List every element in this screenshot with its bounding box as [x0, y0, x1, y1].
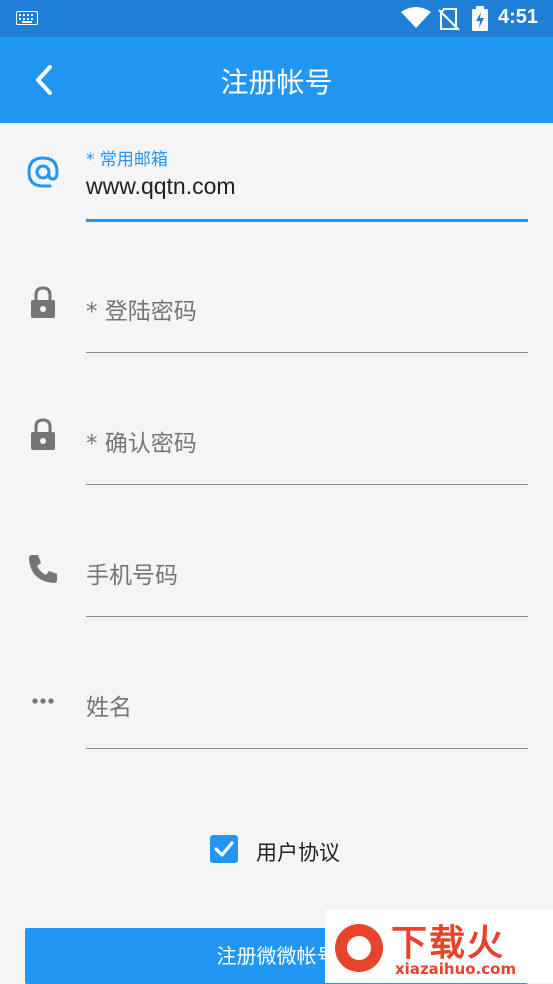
email-field[interactable]: * 常用邮箱 www.qqtn.com	[0, 123, 553, 233]
no-sim-icon	[438, 8, 460, 31]
at-icon	[27, 156, 59, 188]
password-input[interactable]: * 登陆密码	[86, 292, 197, 326]
confirm-password-input[interactable]: * 确认密码	[86, 424, 197, 458]
confirm-password-underline	[86, 484, 528, 485]
email-underline	[86, 219, 528, 222]
watermark-brand: 下载火	[391, 923, 506, 964]
battery-charging-icon	[472, 6, 488, 31]
watermark-logo-inner	[347, 936, 371, 960]
password-field[interactable]: * 登陆密码	[0, 270, 553, 360]
lock-icon	[31, 286, 55, 318]
wifi-icon	[401, 7, 431, 28]
name-input[interactable]: 姓名	[86, 688, 132, 722]
page-title: 注册帐号	[220, 66, 333, 99]
status-bar: 4:51	[0, 0, 553, 37]
app-bar: 注册帐号	[0, 37, 553, 123]
more-horizontal-icon	[32, 698, 54, 704]
keyboard-icon	[16, 11, 38, 25]
agreement-checkbox[interactable]	[210, 835, 238, 863]
watermark-domain: xiazaihuo.com	[395, 960, 517, 978]
lock-icon	[31, 418, 55, 450]
phone-icon	[29, 555, 57, 583]
email-label: * 常用邮箱	[86, 150, 168, 170]
phone-field[interactable]: 手机号码	[0, 534, 553, 624]
phone-input[interactable]: 手机号码	[86, 556, 178, 590]
password-underline	[86, 352, 528, 353]
agreement-link[interactable]: 用户协议	[256, 837, 340, 867]
confirm-password-field[interactable]: * 确认密码	[0, 402, 553, 492]
check-icon	[214, 841, 234, 857]
phone-underline	[86, 616, 528, 617]
name-underline	[86, 748, 528, 749]
watermark: 下载火 xiazaihuo.com	[325, 910, 553, 983]
name-field[interactable]: 姓名	[0, 666, 553, 756]
email-input[interactable]: www.qqtn.com	[86, 173, 236, 200]
status-time: 4:51	[498, 6, 539, 28]
